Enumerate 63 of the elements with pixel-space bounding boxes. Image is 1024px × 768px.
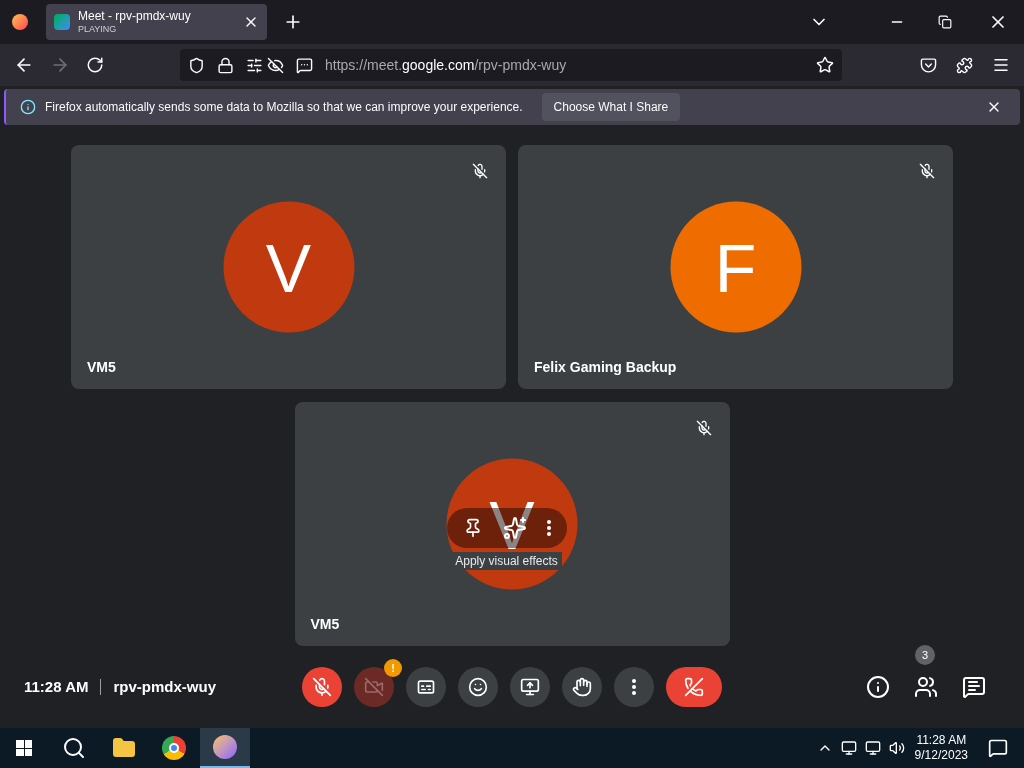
meeting-code: rpv-pmdx-wuy (113, 676, 216, 697)
pocket-icon[interactable] (920, 56, 937, 74)
captions-icon (416, 677, 436, 697)
captions-button[interactable] (406, 667, 446, 707)
participant-name: VM5 (310, 615, 340, 634)
url-text: https://meet.google.com/rpv-pmdx-wuy (325, 55, 567, 75)
more-options-button[interactable] (614, 667, 654, 707)
message-icon (296, 56, 313, 74)
clock-date: 9/12/2023 (914, 748, 968, 763)
avatar: V (223, 201, 354, 333)
emoji-button[interactable] (458, 667, 498, 707)
bookmark-star-icon[interactable] (816, 56, 834, 74)
participant-name: VM5 (87, 358, 116, 377)
extensions-icon[interactable] (956, 56, 973, 74)
more-icon (632, 679, 636, 695)
tooltip: Apply visual effects (451, 552, 562, 570)
address-bar[interactable]: https://meet.google.com/rpv-pmdx-wuy (180, 49, 842, 81)
tab-title: Meet - rpv-pmdx-wuy (78, 8, 191, 24)
choose-what-i-share-button[interactable]: Choose What I Share (541, 93, 681, 121)
permissions-icon (246, 56, 263, 74)
participant-name: Felix Gaming Backup (534, 358, 677, 377)
microphone-button[interactable] (302, 667, 342, 707)
present-screen-icon (520, 677, 540, 697)
lock-icon (217, 56, 234, 74)
windows-start-icon[interactable] (16, 740, 32, 756)
folder-icon[interactable] (112, 736, 136, 760)
menu-icon[interactable] (992, 56, 1010, 74)
eye-off-icon (267, 56, 284, 74)
restore-icon[interactable] (938, 15, 952, 29)
raise-hand-button[interactable] (562, 667, 602, 707)
participant-count: 3 (915, 645, 935, 665)
monitor-icon[interactable] (840, 740, 857, 756)
info-icon (20, 99, 36, 115)
search-icon[interactable] (62, 736, 86, 760)
notification-text: Firefox automatically sends some data to Mozilla so that we can improve your experience. (45, 99, 523, 116)
more-icon[interactable] (546, 520, 551, 536)
mic-off-icon (695, 420, 712, 436)
sparkles-icon[interactable] (502, 516, 527, 540)
shield-icon (188, 56, 205, 74)
present-button[interactable] (510, 667, 550, 707)
meeting-time: 11:28 AM (24, 676, 89, 697)
tab-subtitle: PLAYING (78, 23, 118, 36)
info-icon[interactable] (866, 675, 890, 699)
phone-hangup-icon (684, 677, 704, 697)
people-icon[interactable] (914, 675, 938, 699)
speaker-icon[interactable] (888, 740, 905, 756)
mic-off-icon (472, 163, 488, 179)
reload-icon[interactable] (86, 56, 104, 74)
mic-off-icon (919, 163, 935, 179)
notifications-icon[interactable] (988, 738, 1008, 758)
leave-call-button[interactable] (666, 667, 722, 707)
mic-off-icon (312, 677, 332, 697)
clock-time: 11:28 AM (916, 733, 967, 748)
avatar: F (670, 201, 801, 333)
taskbar-button[interactable] (200, 728, 250, 768)
chrome-logo-icon[interactable] (162, 736, 186, 760)
browser-tab[interactable]: Meet - rpv-pmdx-wuy PLAYING (46, 4, 267, 40)
alert-badge: ! (384, 659, 402, 677)
chat-icon[interactable] (962, 675, 986, 699)
smiley-icon (468, 677, 488, 697)
hand-icon (572, 677, 592, 697)
camera-button[interactable] (354, 667, 394, 707)
camera-off-icon (364, 677, 384, 697)
